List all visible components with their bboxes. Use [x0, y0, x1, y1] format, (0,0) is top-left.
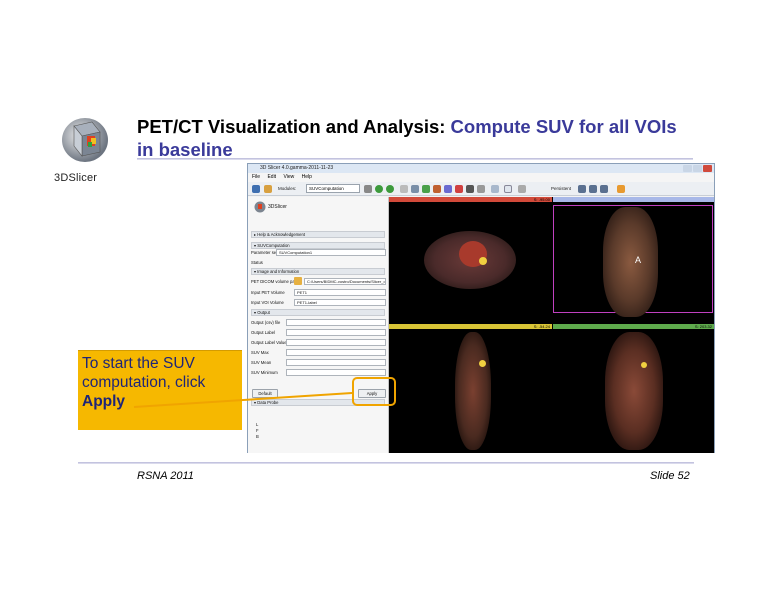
- apply-highlight-ring: [352, 377, 396, 406]
- footer-left: RSNA 2011: [137, 470, 194, 482]
- callout-pointer: [133, 392, 353, 408]
- footer-divider: [78, 462, 694, 464]
- footer-right: Slide 52: [650, 470, 690, 482]
